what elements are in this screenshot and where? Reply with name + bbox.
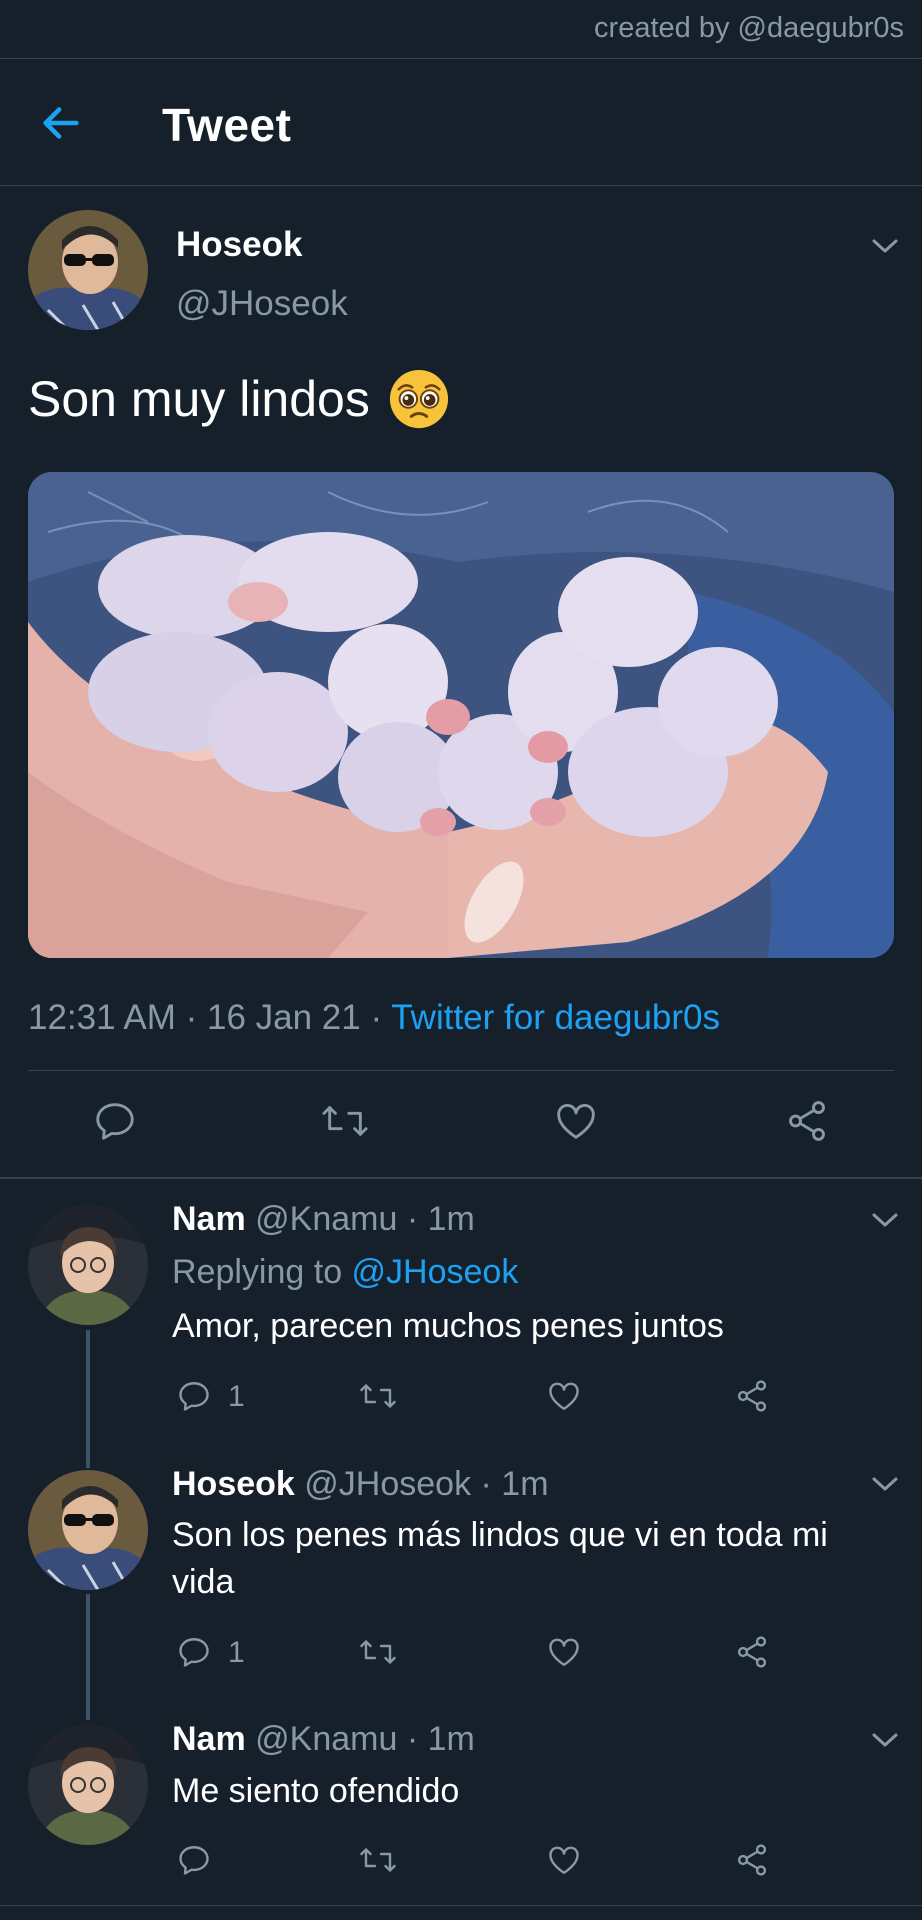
heart-icon bbox=[549, 1638, 579, 1666]
thread-connector bbox=[86, 1330, 90, 1468]
reply-author-handle[interactable]: @Knamu · 1m bbox=[255, 1200, 475, 1238]
divider bbox=[0, 58, 922, 59]
credit-watermark: created by @daegubr0s bbox=[594, 12, 904, 44]
reply-header: Hoseok @JHoseok · 1m bbox=[172, 1465, 549, 1504]
reply-header: Nam @Knamu · 1m bbox=[172, 1720, 475, 1759]
like-button[interactable] bbox=[546, 1634, 582, 1670]
author-name[interactable]: Hoseok bbox=[176, 225, 302, 265]
meta-separator: · bbox=[360, 998, 392, 1037]
share-icon bbox=[737, 1844, 767, 1876]
share-icon bbox=[737, 1380, 767, 1412]
share-button[interactable] bbox=[734, 1842, 770, 1878]
replying-to-handle[interactable]: @JHoseok bbox=[352, 1253, 519, 1291]
tweet-source-link[interactable]: Twitter for daegubr0s bbox=[391, 998, 720, 1037]
retweet-button[interactable] bbox=[358, 1378, 398, 1414]
reply-author-name[interactable]: Nam bbox=[172, 1200, 246, 1238]
chevron-down-icon[interactable] bbox=[870, 236, 900, 256]
retweet-button[interactable] bbox=[320, 1098, 370, 1144]
reply-button[interactable] bbox=[176, 1378, 212, 1414]
like-button[interactable] bbox=[553, 1098, 599, 1144]
speech-bubble-icon bbox=[96, 1103, 134, 1140]
retweet-icon bbox=[322, 1106, 368, 1136]
share-button[interactable] bbox=[784, 1098, 830, 1144]
meta-separator: · bbox=[175, 998, 207, 1037]
tweet-text: Son muy lindos bbox=[28, 368, 450, 430]
heart-icon bbox=[549, 1382, 579, 1410]
top-bar: Tweet bbox=[0, 60, 922, 185]
retweet-icon bbox=[360, 1640, 396, 1664]
reply-author-handle[interactable]: @Knamu · 1m bbox=[255, 1720, 475, 1758]
speech-bubble-icon bbox=[179, 1382, 209, 1411]
reply-text: Son los penes más lindos que vi en toda … bbox=[172, 1516, 828, 1601]
reply-count: 1 bbox=[228, 1636, 245, 1669]
chevron-down-icon[interactable] bbox=[870, 1210, 900, 1230]
replying-to: Replying to @JHoseok bbox=[172, 1253, 518, 1292]
reply-text: Amor, parecen muchos penes juntos bbox=[172, 1307, 724, 1345]
speech-bubble-icon bbox=[179, 1846, 209, 1875]
share-icon bbox=[789, 1101, 825, 1141]
heart-icon bbox=[557, 1104, 595, 1139]
retweet-icon bbox=[360, 1384, 396, 1408]
avatar[interactable] bbox=[28, 1725, 148, 1845]
share-button[interactable] bbox=[734, 1378, 770, 1414]
reply-author-name[interactable]: Hoseok bbox=[172, 1465, 295, 1503]
reply-text: Me siento ofendido bbox=[172, 1772, 460, 1810]
share-icon bbox=[737, 1636, 767, 1668]
arrow-left-icon[interactable] bbox=[38, 100, 84, 146]
retweet-button[interactable] bbox=[358, 1842, 398, 1878]
divider bbox=[0, 1177, 922, 1179]
reply-header: Nam @Knamu · 1m bbox=[172, 1200, 475, 1239]
like-button[interactable] bbox=[546, 1378, 582, 1414]
avatar[interactable] bbox=[28, 210, 148, 330]
reply-button[interactable] bbox=[176, 1634, 212, 1670]
thread-connector bbox=[86, 1594, 90, 1720]
divider bbox=[0, 1905, 922, 1906]
chevron-down-icon[interactable] bbox=[870, 1730, 900, 1750]
reply-button[interactable] bbox=[176, 1842, 212, 1878]
tweet-meta: 12:31 AM · 16 Jan 21 · Twitter for daegu… bbox=[28, 998, 720, 1038]
retweet-icon bbox=[360, 1848, 396, 1872]
replying-to-label: Replying to bbox=[172, 1253, 352, 1291]
reply-count: 1 bbox=[228, 1380, 245, 1413]
divider bbox=[0, 185, 922, 186]
tweet-time: 12:31 AM bbox=[28, 998, 176, 1037]
tweet-photo[interactable] bbox=[28, 472, 894, 958]
reply-author-handle[interactable]: @JHoseok · 1m bbox=[304, 1465, 548, 1503]
page-title: Tweet bbox=[162, 99, 292, 151]
tweet-date: 16 Jan 21 bbox=[207, 998, 361, 1037]
like-button[interactable] bbox=[546, 1842, 582, 1878]
retweet-button[interactable] bbox=[358, 1634, 398, 1670]
divider bbox=[28, 1070, 894, 1071]
heart-icon bbox=[549, 1846, 579, 1874]
reply-button[interactable] bbox=[92, 1098, 138, 1144]
reply-author-name[interactable]: Nam bbox=[172, 1720, 246, 1758]
avatar[interactable] bbox=[28, 1470, 148, 1590]
pleading-face-icon bbox=[389, 369, 448, 429]
share-button[interactable] bbox=[734, 1634, 770, 1670]
avatar[interactable] bbox=[28, 1205, 148, 1325]
tweet-text-content: Son muy lindos bbox=[28, 371, 370, 427]
speech-bubble-icon bbox=[179, 1638, 209, 1667]
author-handle[interactable]: @JHoseok bbox=[176, 284, 348, 324]
chevron-down-icon[interactable] bbox=[870, 1474, 900, 1494]
